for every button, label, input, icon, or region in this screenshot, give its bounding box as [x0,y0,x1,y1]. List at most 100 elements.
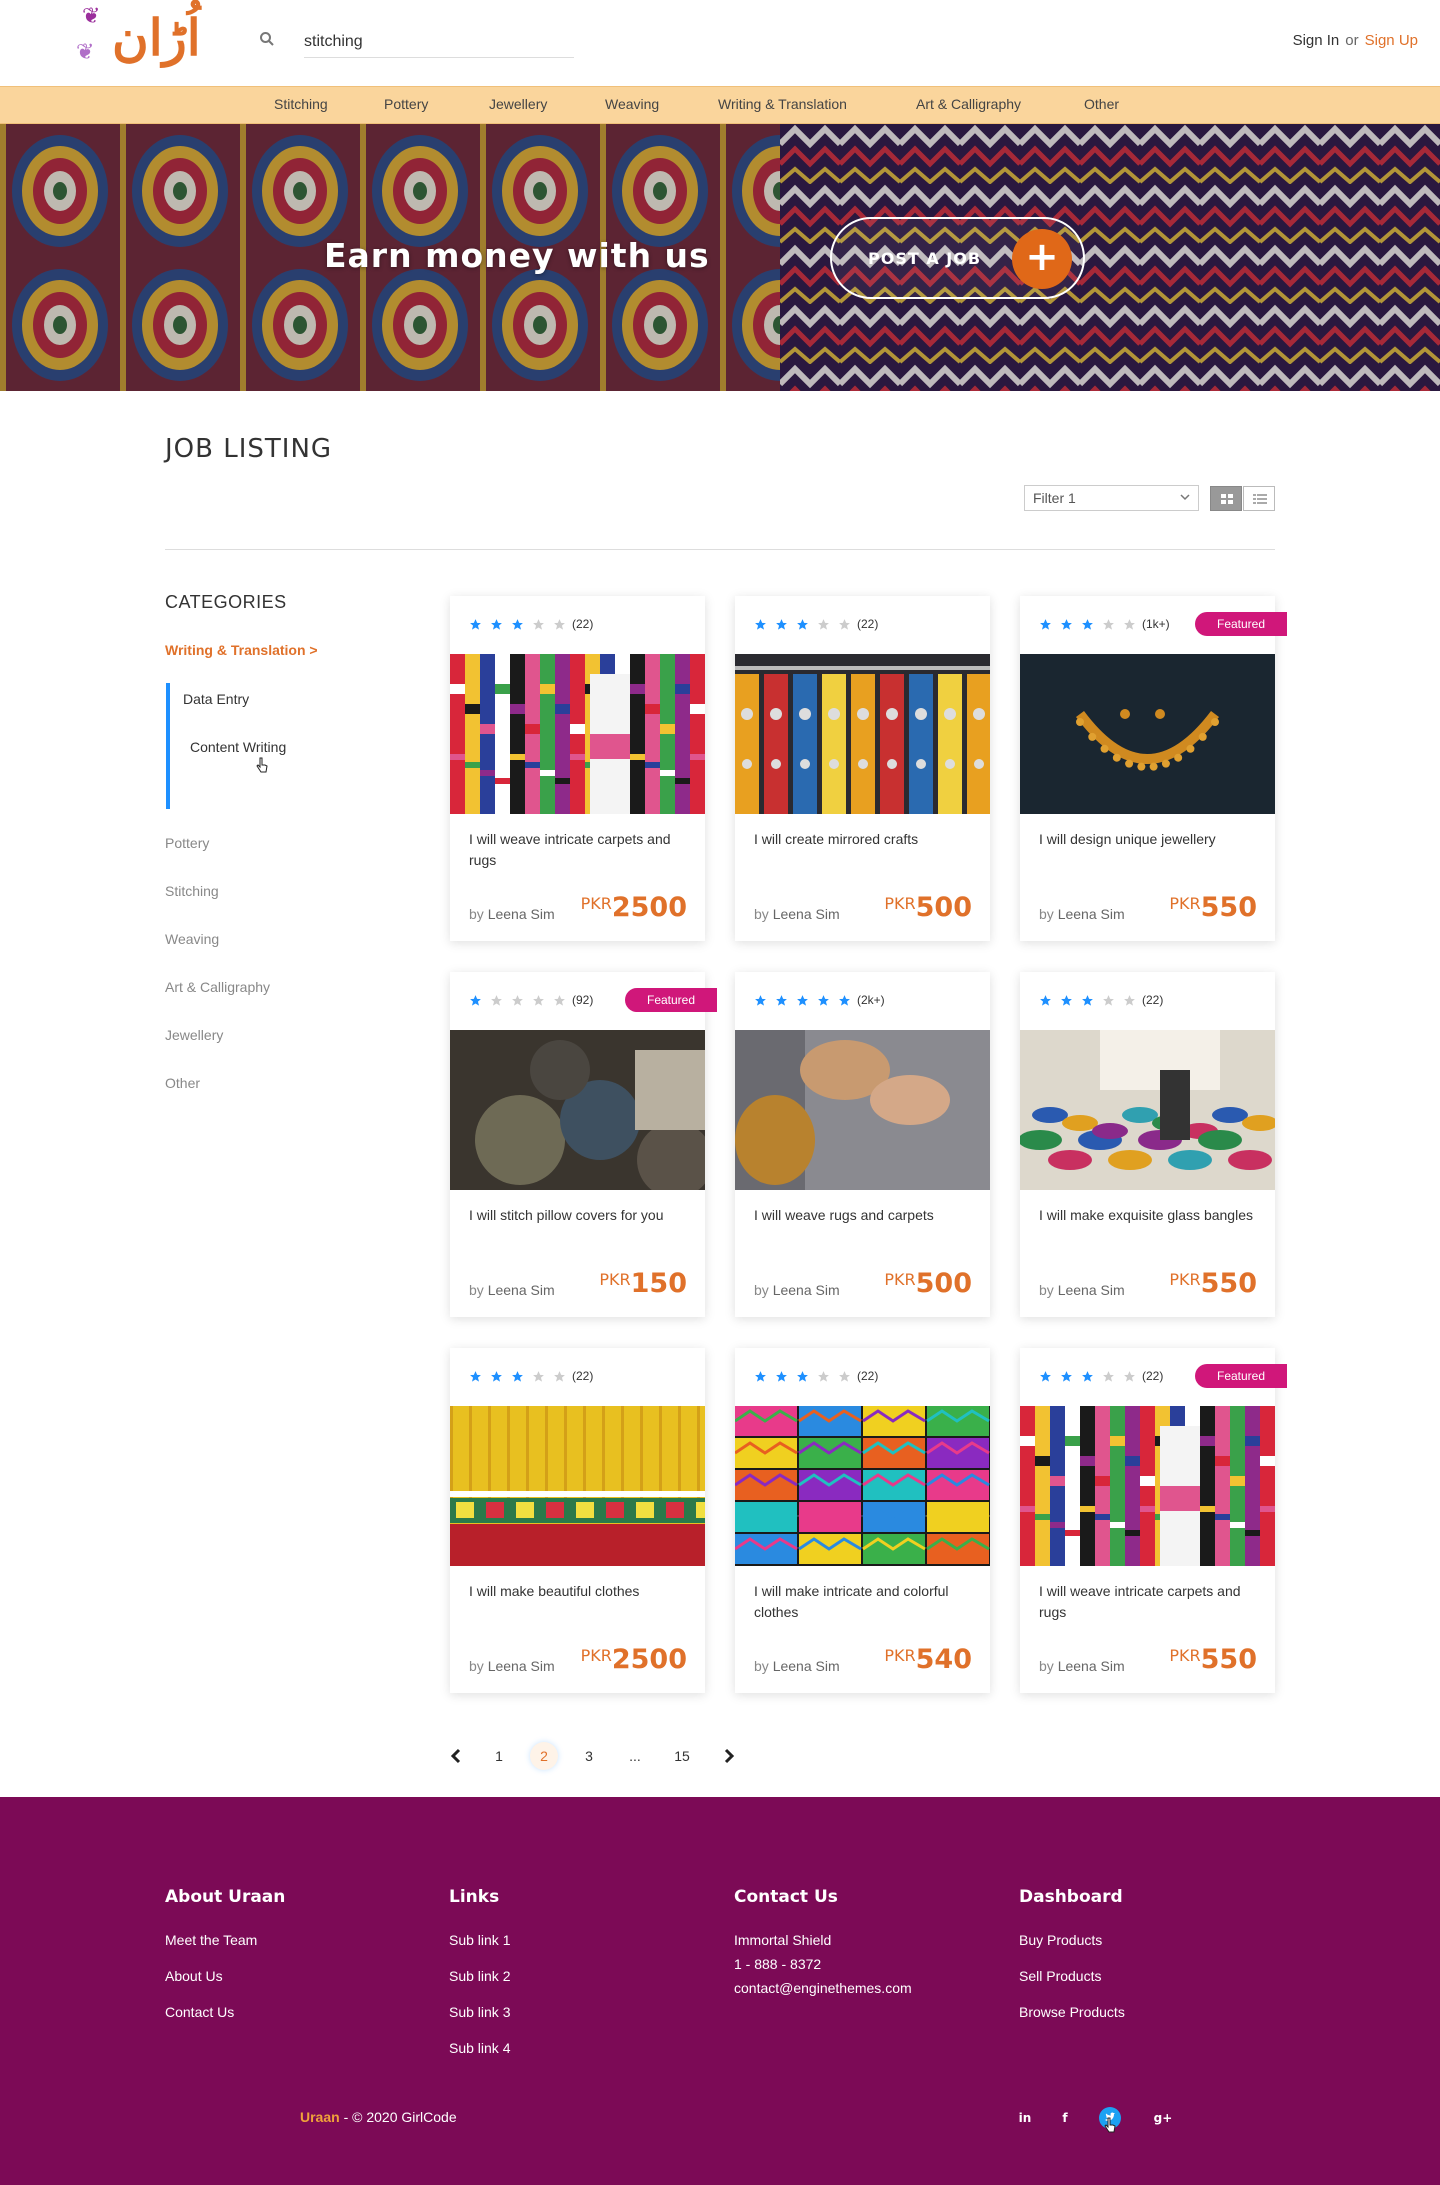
page-1[interactable]: 1 [492,1742,506,1770]
page-3[interactable]: 3 [582,1742,596,1770]
footer-heading-links: Links [449,1887,500,1907]
currency: PKR [884,1270,916,1289]
footer-link[interactable]: Browse Products [1019,2004,1125,2020]
page-2-current[interactable]: 2 [530,1742,558,1770]
card-image[interactable] [450,654,705,814]
job-card[interactable]: (22) I will create mirrored crafts by Le… [735,596,990,941]
nav-item-writing-translation[interactable]: Writing & Translation [718,96,847,112]
card-image[interactable] [1020,654,1275,814]
category-nav: Stitching Pottery Jewellery Weaving Writ… [0,86,1440,124]
card-title[interactable]: I will weave intricate carpets and rugs [469,829,689,871]
chevron-left-icon[interactable] [449,1748,463,1764]
filter-select[interactable]: Filter 1 [1024,485,1199,511]
star-empty-icon [1124,618,1135,630]
card-image[interactable] [450,1406,705,1566]
list-view-button[interactable] [1243,486,1275,511]
author-name[interactable]: Leena Sim [773,1658,840,1674]
active-category[interactable]: Writing & Translation > [165,642,318,658]
card-image[interactable] [735,1406,990,1566]
author-name[interactable]: Leena Sim [488,1282,555,1298]
nav-item-weaving[interactable]: Weaving [605,96,659,112]
footer-brand[interactable]: Uraan [300,2109,340,2125]
card-image[interactable] [1020,1030,1275,1190]
footer-link[interactable]: Sub link 2 [449,1968,510,1984]
google-plus-icon[interactable]: g+ [1152,2107,1174,2129]
currency: PKR [599,1270,631,1289]
job-card[interactable]: (22) I will make beautiful clothes by Le… [450,1348,705,1693]
card-title[interactable]: I will weave intricate carpets and rugs [1039,1581,1259,1623]
nav-item-art-calligraphy[interactable]: Art & Calligraphy [916,96,1021,112]
job-card[interactable]: (22) Featured I will weave intricate car… [1020,1348,1287,1693]
nav-item-stitching[interactable]: Stitching [274,96,328,112]
facebook-icon[interactable]: f [1054,2107,1076,2129]
card-title[interactable]: I will make exquisite glass bangles [1039,1205,1259,1226]
card-image[interactable] [450,1030,705,1190]
author-name[interactable]: Leena Sim [773,906,840,922]
nav-item-jewellery[interactable]: Jewellery [489,96,547,112]
logo-text: اُڑان [112,8,203,67]
card-title[interactable]: I will make intricate and colorful cloth… [754,1581,974,1623]
linkedin-icon[interactable]: in [1014,2107,1036,2129]
subcategory-content-writing[interactable]: Content Writing [190,739,286,755]
author-name[interactable]: Leena Sim [1058,1658,1125,1674]
job-card[interactable]: (92) Featured I will stitch pillow cover… [450,972,717,1317]
job-card[interactable]: (1k+) Featured I will design unique jewe… [1020,596,1287,941]
post-job-button[interactable]: POST A JOB + [830,217,1085,299]
star-filled-icon [797,994,808,1006]
author-name[interactable]: Leena Sim [488,906,555,922]
subcategory-data-entry[interactable]: Data Entry [183,691,249,707]
author-name[interactable]: Leena Sim [1058,1282,1125,1298]
by-label: by [1039,1282,1054,1298]
grid-view-button[interactable] [1210,486,1242,511]
footer-link[interactable]: Buy Products [1019,1932,1102,1948]
sign-in-link[interactable]: Sign In [1293,32,1340,49]
card-title[interactable]: I will stitch pillow covers for you [469,1205,689,1226]
job-card[interactable]: (22) I will weave intricate carpets and … [450,596,705,941]
footer-link[interactable]: Contact Us [165,2004,234,2020]
nav-item-other[interactable]: Other [1084,96,1119,112]
card-price: PKR500 [884,1268,972,1299]
page-15[interactable]: 15 [672,1742,692,1770]
footer-link[interactable]: Sell Products [1019,1968,1101,1984]
sign-up-link[interactable]: Sign Up [1365,32,1418,49]
contact-phone[interactable]: 1 - 888 - 8372 [734,1956,821,1972]
category-art-calligraphy[interactable]: Art & Calligraphy [165,979,270,995]
card-title[interactable]: I will make beautiful clothes [469,1581,689,1602]
star-filled-icon [755,994,766,1006]
star-filled-icon [1082,618,1093,630]
logo[interactable]: ❦ ❦ اُڑان [76,4,206,80]
contact-email[interactable]: contact@enginethemes.com [734,1980,912,1996]
author-name[interactable]: Leena Sim [1058,906,1125,922]
footer-link[interactable]: Sub link 4 [449,2040,510,2056]
category-other[interactable]: Other [165,1075,200,1091]
footer-link[interactable]: About Us [165,1968,223,1984]
footer-link[interactable]: Sub link 3 [449,2004,510,2020]
star-empty-icon [839,618,850,630]
card-image[interactable] [1020,1406,1275,1566]
nav-item-pottery[interactable]: Pottery [384,96,428,112]
card-title[interactable]: I will weave rugs and carpets [754,1205,974,1226]
card-image[interactable] [735,1030,990,1190]
star-filled-icon [755,1370,766,1382]
search-input[interactable] [304,26,574,58]
footer-link[interactable]: Sub link 1 [449,1932,510,1948]
job-card[interactable]: (22) I will make exquisite glass bangles… [1020,972,1275,1317]
author-name[interactable]: Leena Sim [773,1282,840,1298]
card-title[interactable]: I will create mirrored crafts [754,829,974,850]
card-price: PKR550 [1169,1268,1257,1299]
card-image[interactable] [735,654,990,814]
header: ❦ ❦ اُڑان Sign In or Sign Up [0,0,1440,86]
rating-count: (1k+) [1142,617,1170,631]
chevron-right-icon[interactable] [722,1748,736,1764]
job-card[interactable]: (2k+) I will weave rugs and carpets by L… [735,972,990,1317]
category-weaving[interactable]: Weaving [165,931,219,947]
category-stitching[interactable]: Stitching [165,883,219,899]
currency: PKR [1169,1646,1201,1665]
category-pottery[interactable]: Pottery [165,835,209,851]
job-card[interactable]: (22) I will make intricate and colorful … [735,1348,990,1693]
author-name[interactable]: Leena Sim [488,1658,555,1674]
card-title[interactable]: I will design unique jewellery [1039,829,1259,850]
footer-link[interactable]: Meet the Team [165,1932,257,1948]
category-jewellery[interactable]: Jewellery [165,1027,223,1043]
search-icon[interactable] [259,31,275,47]
